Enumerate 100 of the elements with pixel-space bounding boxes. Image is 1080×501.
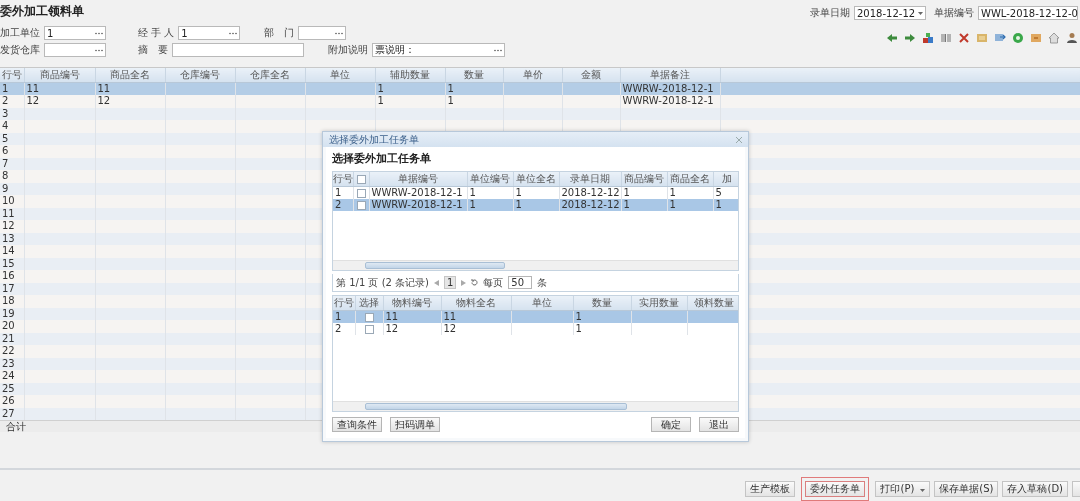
table-cell: 2018-12-12: [561, 187, 620, 198]
row-number: 7: [2, 157, 9, 169]
menu-button[interactable]: 打印(P): [875, 480, 931, 497]
column-header[interactable]: 单位全名: [513, 172, 559, 187]
input-field[interactable]: WWL-2018-12-12-0: [978, 6, 1078, 20]
row-number: 26: [2, 395, 15, 407]
page-number[interactable]: 1: [444, 276, 457, 289]
table-cell: 1: [447, 83, 454, 94]
column-header[interactable]: 单位: [511, 296, 573, 311]
input-field[interactable]: [298, 26, 347, 40]
ellipsis-icon[interactable]: [95, 48, 103, 52]
column-header[interactable]: 领料数量: [687, 296, 738, 311]
input-field[interactable]: [44, 43, 106, 57]
column-header[interactable]: 商品编号: [24, 68, 95, 83]
dialog-button[interactable]: 查询条件: [332, 417, 382, 432]
home-icon[interactable]: [1048, 32, 1060, 44]
checkbox[interactable]: [356, 200, 366, 210]
close-icon[interactable]: [736, 136, 742, 143]
dialog-button[interactable]: 确定: [651, 417, 691, 432]
column-header[interactable]: 物料编号: [383, 296, 441, 311]
column-header[interactable]: 单位编号: [467, 172, 513, 187]
column-header[interactable]: 单价: [503, 68, 562, 83]
row-number: 14: [2, 245, 15, 257]
column-header[interactable]: 仓库编号: [165, 68, 235, 83]
row-number: 21: [2, 332, 15, 344]
column-header[interactable]: 行号: [0, 68, 24, 83]
blocks-icon[interactable]: [922, 32, 934, 44]
row-number: 19: [2, 307, 15, 319]
previous-icon[interactable]: [434, 279, 439, 286]
column-header[interactable]: 商品全名: [95, 68, 165, 83]
column-header[interactable]: 单位: [305, 68, 375, 83]
refresh-icon[interactable]: [471, 279, 479, 286]
input-field[interactable]: 1: [44, 26, 106, 40]
checkbox[interactable]: [356, 188, 366, 198]
column-header[interactable]: 单据编号: [369, 172, 467, 187]
ellipsis-icon[interactable]: [95, 31, 103, 35]
table-cell: 12: [97, 95, 111, 107]
dialog-button[interactable]: 退出: [699, 417, 739, 432]
row-number: 10: [2, 195, 15, 207]
toolbar-button[interactable]: 生产模板: [745, 480, 796, 497]
column-header[interactable]: 行号: [333, 172, 353, 187]
column-header[interactable]: 实用数量: [631, 296, 687, 311]
ellipsis-icon[interactable]: [494, 48, 502, 52]
table-cell: 1: [575, 323, 582, 334]
scrollbar-thumb[interactable]: [365, 403, 627, 410]
input-field[interactable]: [172, 43, 304, 57]
column-header[interactable]: 金额: [562, 68, 620, 83]
toolbar-button[interactable]: 存入草稿(D): [1002, 480, 1068, 497]
table-cell: 11: [443, 311, 457, 322]
dialog-title: 选择委外加工任务单: [329, 132, 419, 147]
toolbar-button[interactable]: 保存单据(S): [934, 480, 999, 497]
arrow-left-icon[interactable]: [886, 32, 898, 44]
box-icon[interactable]: [1030, 32, 1042, 44]
column-header[interactable]: 选择: [355, 296, 383, 311]
export-icon[interactable]: [994, 32, 1006, 44]
scrollbar-thumb[interactable]: [365, 262, 505, 269]
column-header[interactable]: 数量: [445, 68, 503, 83]
checkbox[interactable]: [356, 175, 366, 184]
arrow-right-icon[interactable]: [904, 32, 916, 44]
record-icon[interactable]: [1012, 32, 1024, 44]
unit-label: 条: [537, 275, 548, 290]
caret-icon[interactable]: [920, 488, 926, 492]
input-field[interactable]: 50: [508, 276, 533, 289]
field-label: 附加说明: [328, 43, 368, 57]
input-field[interactable]: 票说明：: [372, 43, 505, 57]
user-icon[interactable]: [1066, 32, 1078, 44]
row-number: 20: [2, 320, 15, 332]
column-header[interactable]: 商品全名: [667, 172, 713, 187]
checkbox[interactable]: [364, 324, 374, 334]
input-field[interactable]: 1: [178, 26, 241, 40]
column-header[interactable]: 物料全名: [441, 296, 511, 311]
row-number: 27: [2, 407, 15, 419]
row-number: 23: [2, 357, 15, 369]
table-cell: WWRW-2018-12-1: [622, 83, 714, 94]
row-number: 1: [335, 187, 342, 198]
column-header[interactable]: 行号: [333, 296, 355, 311]
dialog-button[interactable]: 扫码调单: [390, 417, 440, 432]
table-cell: WWRW-2018-12-1: [622, 95, 714, 107]
field-label: 单据编号: [934, 6, 974, 20]
column-header[interactable]: 录单日期: [559, 172, 621, 187]
column-header[interactable]: 数量: [573, 296, 631, 311]
column-header[interactable]: 辅助数量: [375, 68, 445, 83]
folder-icon[interactable]: [976, 32, 988, 44]
table-cell: 1: [715, 199, 722, 210]
row-number: 11: [2, 207, 15, 219]
caret-icon[interactable]: [918, 11, 923, 15]
per-page-label: 每页: [483, 275, 504, 290]
ellipsis-icon[interactable]: [229, 31, 238, 35]
ellipsis-icon[interactable]: [335, 31, 344, 35]
column-header[interactable]: 单据备注: [620, 68, 720, 83]
date-field[interactable]: 2018-12-12: [854, 6, 926, 20]
column-header[interactable]: 加: [713, 172, 738, 187]
barcode-icon[interactable]: [940, 32, 952, 44]
table-cell: 1: [515, 187, 522, 198]
page-title: 委外加工领料单: [0, 3, 85, 20]
column-header[interactable]: 商品编号: [621, 172, 667, 187]
checkbox[interactable]: [364, 312, 374, 322]
next-icon[interactable]: [461, 279, 467, 286]
column-header[interactable]: 仓库全名: [235, 68, 305, 83]
table-cell: 1: [515, 199, 522, 210]
